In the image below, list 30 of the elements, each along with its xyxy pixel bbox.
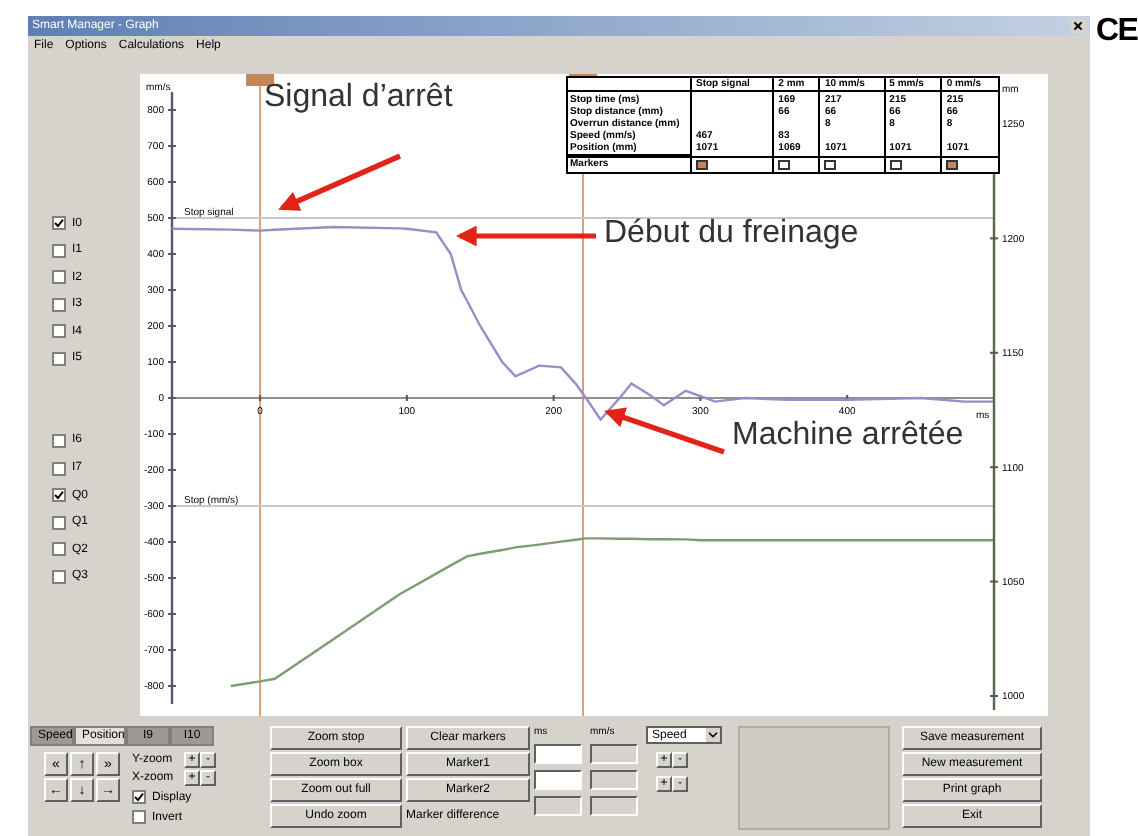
checkbox[interactable]	[52, 243, 66, 258]
checkbox[interactable]	[52, 569, 66, 584]
callout-text: Début du freinage	[604, 216, 859, 252]
pointer-arrow	[455, 225, 596, 247]
checkbox[interactable]	[132, 810, 146, 824]
callout-text: Signal d’arrêt	[264, 80, 453, 116]
checkbox[interactable]	[52, 216, 66, 230]
callout-text: Machine arrêtée	[732, 418, 964, 454]
dropdown-arrow-icon	[706, 728, 720, 742]
checkbox[interactable]	[52, 488, 66, 503]
checkbox[interactable]	[52, 351, 66, 366]
marker-toggle[interactable]	[778, 159, 791, 169]
marker-toggle[interactable]	[696, 159, 708, 169]
marker-toggle[interactable]	[824, 159, 837, 169]
pointer-arrow	[604, 407, 725, 455]
marker-toggle[interactable]	[889, 159, 902, 169]
checkbox[interactable]	[52, 297, 66, 312]
pointer-arrow	[278, 153, 402, 211]
checkbox[interactable]	[52, 515, 66, 530]
checkbox[interactable]	[52, 542, 66, 557]
checkbox[interactable]	[132, 790, 146, 804]
value-field[interactable]	[534, 744, 582, 764]
checkbox[interactable]	[52, 461, 66, 476]
marker-toggle[interactable]	[946, 159, 959, 169]
close-button[interactable]	[1070, 18, 1086, 34]
checkbox[interactable]	[52, 270, 66, 285]
value-field[interactable]	[534, 770, 582, 790]
checkbox[interactable]	[52, 433, 66, 448]
ce-mark: CE	[1096, 16, 1138, 52]
checkbox[interactable]	[52, 324, 66, 339]
